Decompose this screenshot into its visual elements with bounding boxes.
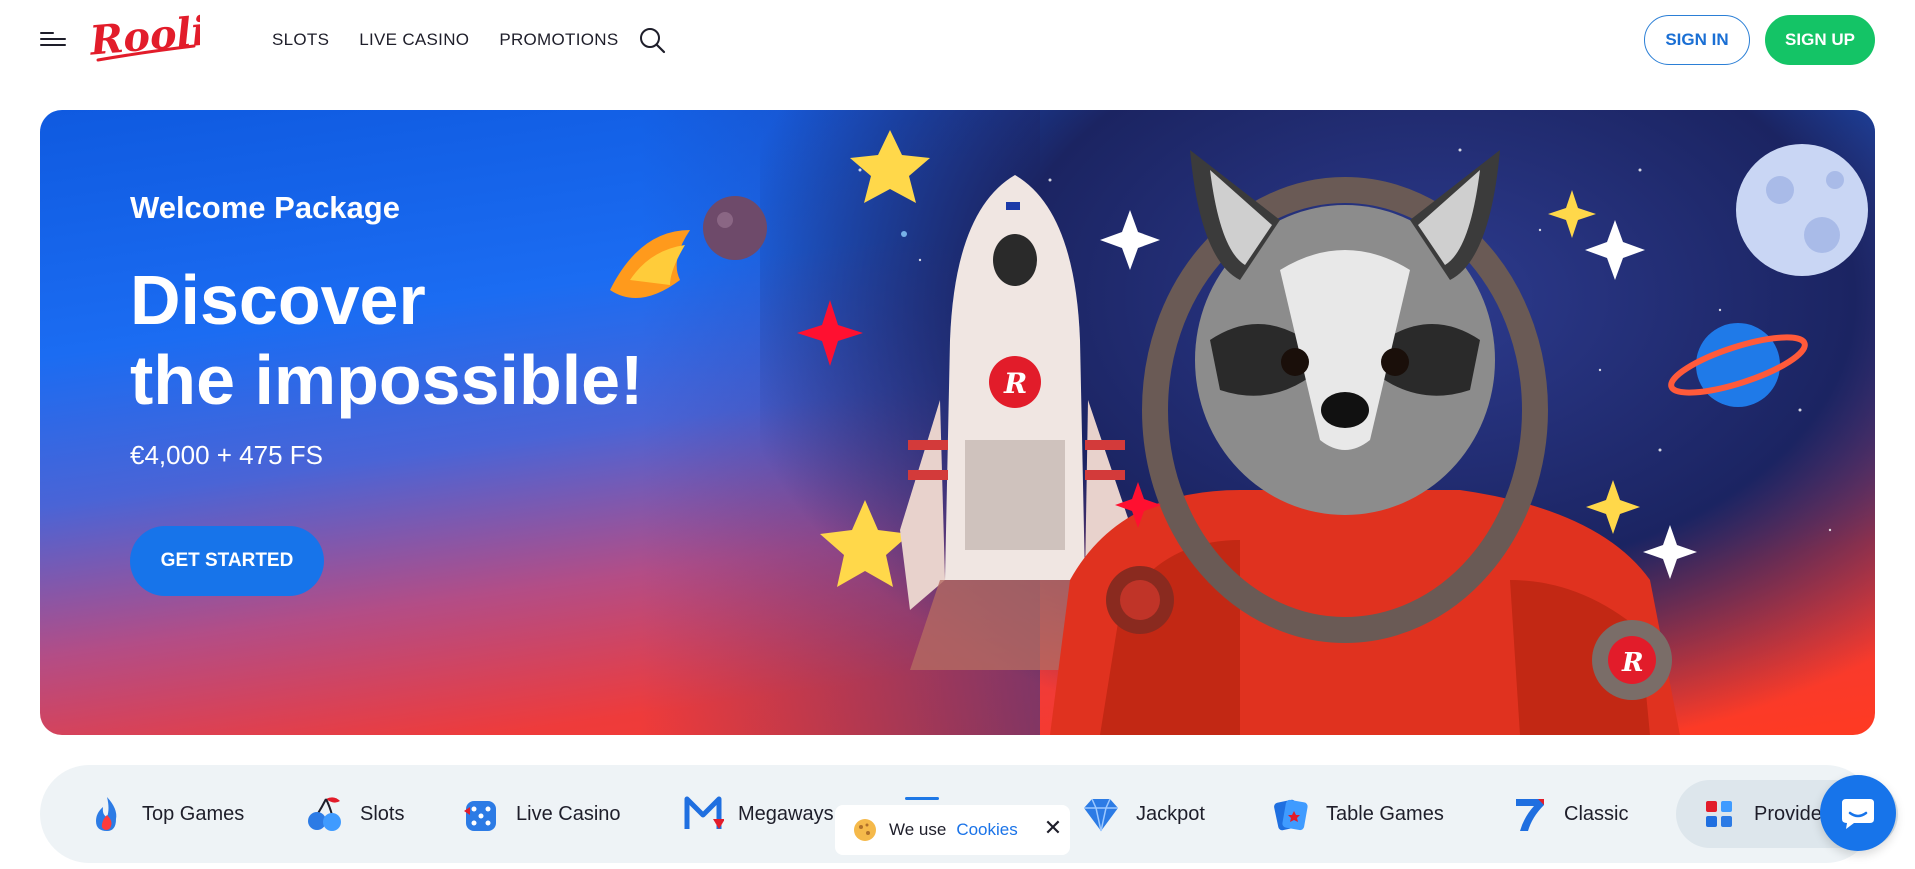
- category-jackpot[interactable]: Jackpot: [1080, 789, 1205, 839]
- hero-title-line-2: the impossible!: [130, 341, 644, 419]
- category-slots[interactable]: Slots: [304, 789, 404, 839]
- diamond-icon: [1084, 798, 1118, 832]
- hero-subtitle: Welcome Package: [130, 190, 400, 225]
- white-sparkle-icon: [1100, 210, 1160, 270]
- header: Rooli SLOTS LIVE CASINO PROMOTIONS SIGN …: [0, 0, 1915, 80]
- hero-banner[interactable]: R R Welcome Package Discover the impossi…: [40, 110, 1875, 735]
- chat-bubble-icon: [1842, 799, 1874, 829]
- menu-icon[interactable]: [40, 28, 68, 50]
- sign-in-button[interactable]: SIGN IN: [1644, 15, 1750, 65]
- nav-promotions[interactable]: PROMOTIONS: [499, 30, 618, 50]
- category-label: Megaways: [738, 802, 834, 825]
- cookie-icon: [854, 819, 876, 841]
- moon-illustration: [1736, 144, 1868, 276]
- yellow-sparkle-icon: [1586, 480, 1640, 534]
- cherries-icon: [308, 797, 341, 831]
- providers-icon: [1706, 801, 1732, 827]
- cookie-tab-indicator: [905, 797, 939, 800]
- category-label: Table Games: [1326, 802, 1444, 825]
- dice-icon: [464, 801, 496, 831]
- category-label: Top Games: [142, 802, 245, 825]
- page: Rooli SLOTS LIVE CASINO PROMOTIONS SIGN …: [0, 0, 1915, 869]
- close-icon[interactable]: ✕: [1042, 815, 1064, 840]
- cookie-notice: We use Cookies ✕: [835, 805, 1070, 855]
- flame-icon: [96, 797, 117, 831]
- category-top-games[interactable]: Top Games: [86, 789, 244, 839]
- search-icon[interactable]: [638, 26, 666, 54]
- sign-up-button[interactable]: SIGN UP: [1765, 15, 1875, 65]
- category-label: Jackpot: [1136, 802, 1205, 825]
- hero-offer: €4,000 + 475 FS: [130, 440, 323, 470]
- live-chat-button[interactable]: [1820, 775, 1896, 851]
- category-label: Classic: [1564, 802, 1629, 825]
- main-nav: SLOTS LIVE CASINO PROMOTIONS: [272, 30, 618, 50]
- white-sparkle-icon: [1585, 220, 1645, 280]
- planet-illustration: [1668, 323, 1808, 407]
- yellow-sparkle-icon: [1548, 190, 1596, 238]
- hero-title: Discover the impossible!: [130, 260, 643, 420]
- category-live-casino[interactable]: Live Casino: [460, 789, 621, 839]
- category-label: Slots: [360, 802, 405, 825]
- rocket-badge-letter: R: [1003, 367, 1027, 400]
- category-label: Live Casino: [516, 802, 621, 825]
- cards-icon: [1274, 799, 1308, 831]
- red-sparkle-icon: [797, 300, 863, 366]
- category-table-games[interactable]: Table Games: [1270, 789, 1444, 839]
- yellow-star-icon: [820, 500, 910, 587]
- category-classic[interactable]: Classic: [1508, 789, 1628, 839]
- logo-text: Rooli: [88, 10, 200, 65]
- seven-icon: [1516, 799, 1544, 831]
- nav-slots[interactable]: SLOTS: [272, 30, 329, 50]
- nav-live-casino[interactable]: LIVE CASINO: [359, 30, 469, 50]
- hero-title-line-1: Discover: [130, 261, 426, 339]
- suit-badge-letter: R: [1621, 648, 1644, 678]
- rooli-logo[interactable]: Rooli: [88, 10, 200, 66]
- megaways-icon: [684, 796, 724, 829]
- cookie-text: We use: [889, 820, 947, 839]
- yellow-star-icon: [850, 130, 930, 203]
- white-sparkle-icon: [1643, 525, 1697, 579]
- cookies-link[interactable]: Cookies: [956, 820, 1017, 840]
- get-started-button[interactable]: GET STARTED: [130, 526, 324, 596]
